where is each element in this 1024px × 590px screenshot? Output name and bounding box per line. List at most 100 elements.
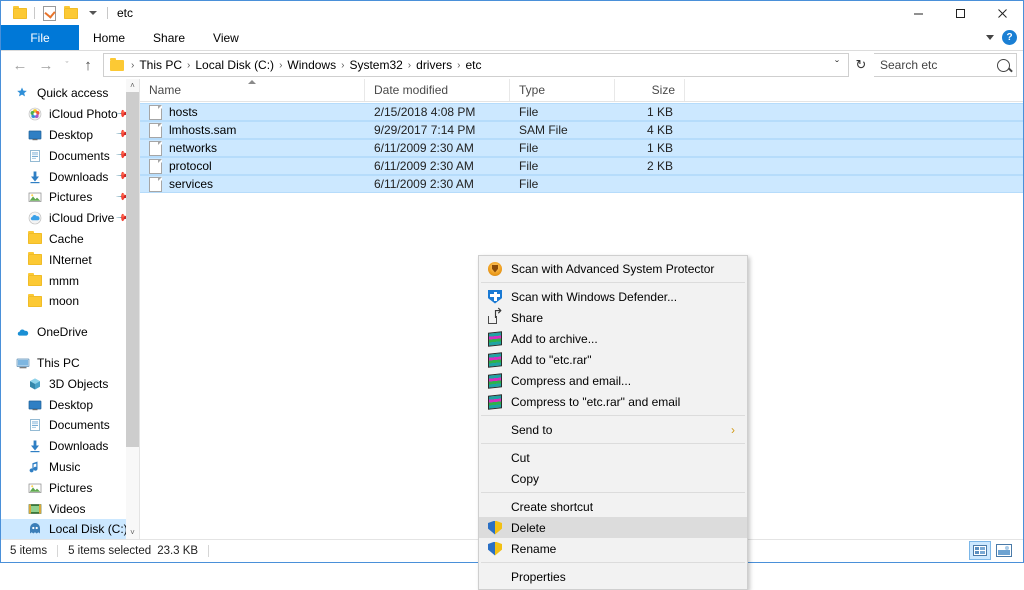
context-menu-item-add-to-archive[interactable]: Add to archive... [479, 328, 747, 349]
large-icons-view-icon [996, 544, 1012, 557]
new-folder-icon[interactable] [60, 2, 82, 24]
sidebar-item-documents[interactable]: Documents 📌 [1, 145, 139, 166]
table-row[interactable]: lmhosts.sam 9/29/2017 7:14 PM SAM File 4… [140, 121, 1023, 139]
sidebar-item-desktop[interactable]: Desktop 📌 [1, 125, 139, 146]
sidebar-item-desktop-pc[interactable]: Desktop [1, 394, 139, 415]
file-date-cell: 2/15/2018 4:08 PM [365, 104, 510, 120]
details-view-button[interactable] [969, 541, 991, 560]
breadcrumb-item-this-pc[interactable]: This PC [136, 57, 185, 73]
folder-icon [27, 252, 43, 268]
sidebar-item-label: Videos [49, 502, 85, 516]
folder-icon[interactable] [9, 2, 31, 24]
search-input[interactable]: Search etc [874, 53, 1017, 77]
context-menu-item-compress-and-email[interactable]: Compress and email... [479, 370, 747, 391]
sidebar-item-mmm[interactable]: mmm [1, 270, 139, 291]
scrollbar-thumb[interactable] [126, 92, 139, 447]
up-button[interactable]: ↑ [75, 53, 101, 77]
context-menu-item-share[interactable]: Share [479, 307, 747, 328]
large-icons-view-button[interactable] [993, 541, 1015, 560]
address-dropdown-icon[interactable]: ˇ [828, 58, 846, 72]
customize-chevron-icon[interactable] [82, 2, 104, 24]
sidebar-item-quick-access[interactable]: Quick access [1, 83, 139, 104]
context-menu-item-cut[interactable]: Cut [479, 447, 747, 468]
file-size-cell: 1 KB [615, 140, 685, 156]
maximize-button[interactable] [939, 1, 981, 25]
breadcrumb-item-drivers[interactable]: drivers [413, 57, 455, 73]
scroll-up-icon[interactable]: ˄ [126, 79, 139, 92]
sidebar-item-label: Documents [49, 149, 110, 163]
selection-size-label: 23.3 KB [157, 545, 198, 557]
tab-view[interactable]: View [199, 25, 253, 50]
navigation-scrollbar[interactable]: ˄ ˅ [126, 79, 139, 539]
breadcrumb[interactable]: › This PC › Local Disk (C:) › Windows › … [103, 53, 849, 77]
back-button[interactable]: ← [7, 53, 33, 77]
close-button[interactable] [981, 1, 1023, 25]
tab-file[interactable]: File [1, 25, 79, 50]
file-type-cell: File [510, 104, 615, 120]
sidebar-item-pictures-pc[interactable]: Pictures [1, 477, 139, 498]
context-menu-item-scan-advanced-system-protector[interactable]: Scan with Advanced System Protector [479, 258, 747, 279]
breadcrumb-item-etc[interactable]: etc [463, 57, 485, 73]
minimize-button[interactable] [897, 1, 939, 25]
column-header-type[interactable]: Type [510, 79, 615, 101]
sidebar-item-cache[interactable]: Cache [1, 229, 139, 250]
breadcrumb-item-system32[interactable]: System32 [346, 57, 405, 73]
recent-locations-button[interactable]: ˇ [59, 53, 75, 77]
sidebar-item-documents-pc[interactable]: Documents [1, 415, 139, 436]
sidebar-item-label: mmm [49, 274, 79, 288]
column-header-size[interactable]: Size [615, 79, 685, 101]
forward-button[interactable]: → [33, 53, 59, 77]
no-icon [487, 450, 503, 466]
sidebar-item-3d-objects[interactable]: 3D Objects [1, 373, 139, 394]
context-menu-item-add-to-etc-rar[interactable]: Add to "etc.rar" [479, 349, 747, 370]
sidebar-item-icloud-drive[interactable]: iCloud Drive 📌 [1, 208, 139, 229]
context-menu-item-delete[interactable]: Delete [479, 517, 747, 538]
item-count-label: 5 items [10, 545, 47, 557]
scroll-down-icon[interactable]: ˅ [126, 526, 139, 539]
sidebar-item-videos[interactable]: Videos [1, 498, 139, 519]
help-icon[interactable]: ? [1002, 30, 1017, 45]
divider [57, 545, 58, 557]
sidebar-item-local-disk-c[interactable]: Local Disk (C:) [1, 519, 139, 539]
sidebar-item-onedrive[interactable]: OneDrive [1, 322, 139, 343]
tab-share[interactable]: Share [139, 25, 199, 50]
context-menu-item-scan-windows-defender[interactable]: Scan with Windows Defender... [479, 286, 747, 307]
file-icon [149, 159, 162, 174]
context-menu-item-rename[interactable]: Rename [479, 538, 747, 559]
refresh-button[interactable]: ↻ [850, 54, 872, 76]
table-row[interactable]: hosts 2/15/2018 4:08 PM File 1 KB [140, 103, 1023, 121]
sidebar-item-label: iCloud Photo [49, 107, 118, 121]
properties-icon[interactable] [38, 2, 60, 24]
context-menu-item-compress-to-etc-rar-and-email[interactable]: Compress to "etc.rar" and email [479, 391, 747, 412]
sidebar-item-downloads[interactable]: Downloads 📌 [1, 166, 139, 187]
sidebar-item-label: OneDrive [37, 325, 88, 339]
tab-home[interactable]: Home [79, 25, 139, 50]
sidebar-item-music[interactable]: Music [1, 457, 139, 478]
context-menu-item-send-to[interactable]: Send to › [479, 419, 747, 440]
sidebar-item-downloads-pc[interactable]: Downloads [1, 436, 139, 457]
breadcrumb-separator: › [129, 60, 136, 71]
sidebar-item-pictures[interactable]: Pictures 📌 [1, 187, 139, 208]
context-menu-item-copy[interactable]: Copy [479, 468, 747, 489]
column-header-date-modified[interactable]: Date modified [365, 79, 510, 101]
breadcrumb-item-windows[interactable]: Windows [284, 57, 339, 73]
sidebar-item-icloud-photo[interactable]: iCloud Photo 📌 [1, 104, 139, 125]
context-menu-item-properties[interactable]: Properties [479, 566, 747, 587]
sidebar-item-internet[interactable]: INternet [1, 249, 139, 270]
breadcrumb-item-local-disk[interactable]: Local Disk (C:) [192, 57, 277, 73]
collapse-ribbon-chevron-icon[interactable] [986, 35, 994, 40]
file-name: hosts [169, 105, 198, 119]
context-menu-item-label: Send to [511, 423, 552, 437]
context-menu-item-create-shortcut[interactable]: Create shortcut [479, 496, 747, 517]
table-row[interactable]: networks 6/11/2009 2:30 AM File 1 KB [140, 139, 1023, 157]
table-row[interactable]: protocol 6/11/2009 2:30 AM File 2 KB [140, 157, 1023, 175]
table-row[interactable]: services 6/11/2009 2:30 AM File [140, 175, 1023, 193]
breadcrumb-separator: › [406, 60, 413, 71]
sidebar-item-moon[interactable]: moon [1, 291, 139, 312]
sidebar-item-this-pc[interactable]: This PC [1, 353, 139, 374]
view-buttons [969, 541, 1015, 560]
ribbon-right-controls: ? [986, 25, 1017, 50]
column-header-name[interactable]: Name [140, 79, 365, 101]
context-menu-item-label: Add to "etc.rar" [511, 353, 592, 367]
explorer-body: Quick access iCloud Photo 📌 Desktop 📌 [1, 79, 1023, 539]
